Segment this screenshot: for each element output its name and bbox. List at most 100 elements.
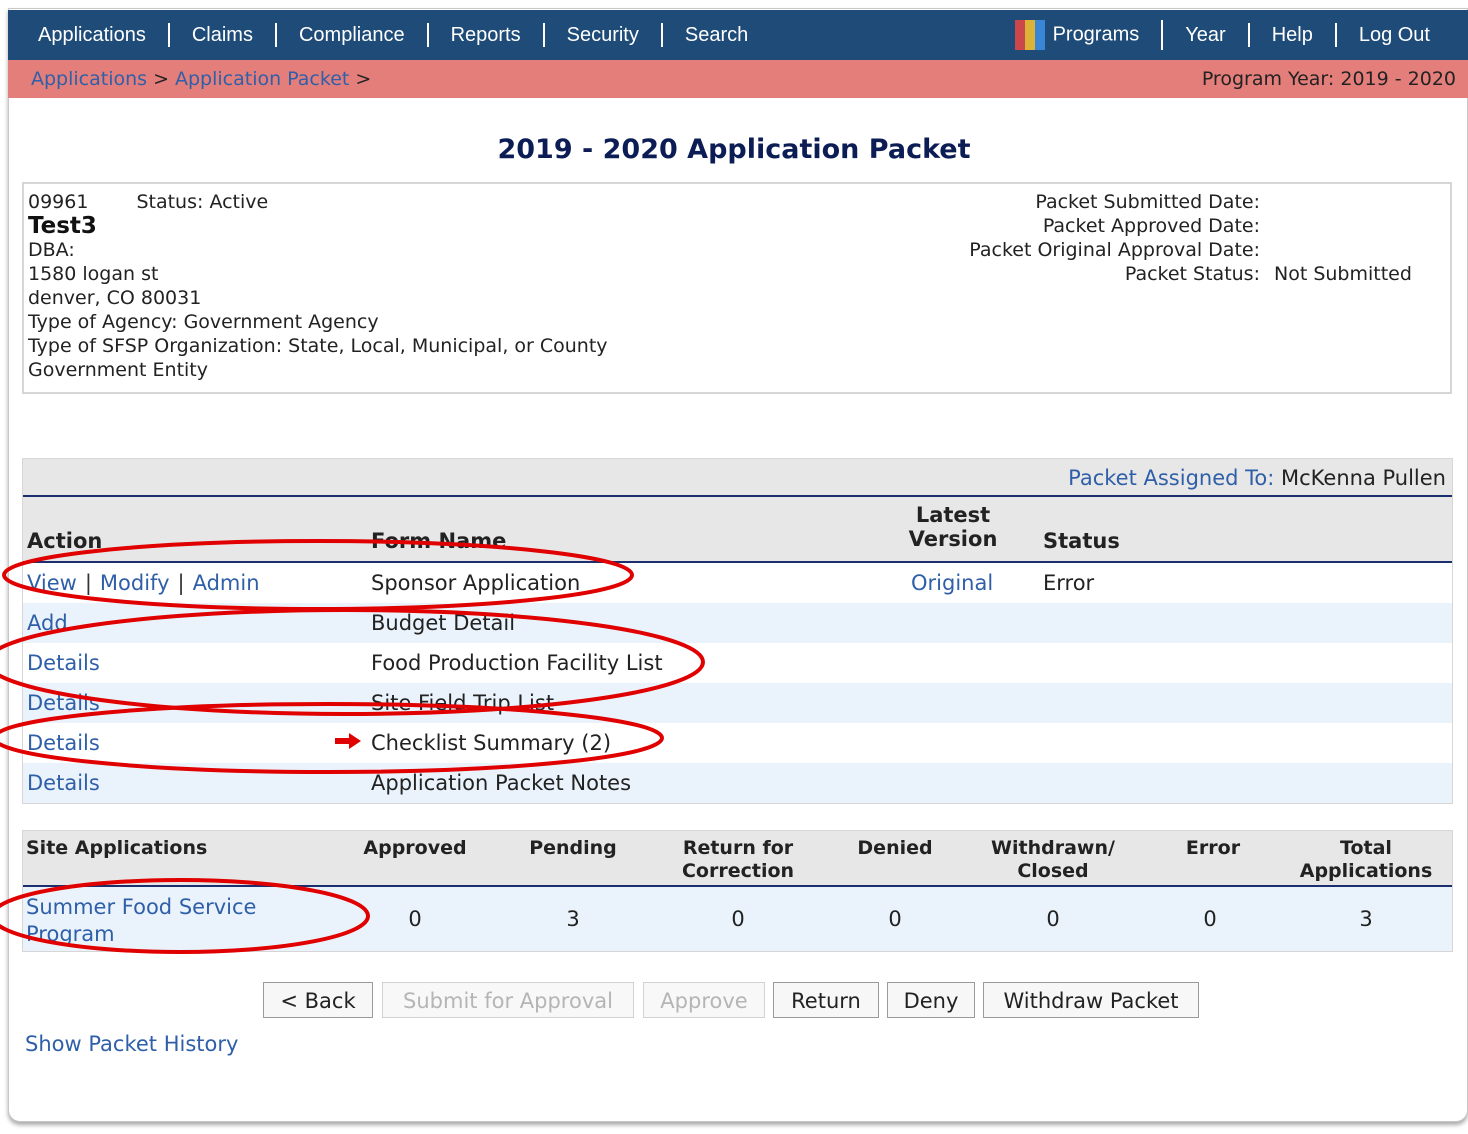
summer-food-service-program-link[interactable]: Summer Food Service Program (26, 894, 256, 948)
version-link[interactable]: Original (911, 571, 993, 595)
submit-for-approval-button[interactable]: Submit for Approval (382, 982, 634, 1018)
return-count: 0 (731, 907, 745, 931)
header-withdrawn-line2: Closed (1017, 860, 1089, 882)
form-name: Site Field Trip List (371, 691, 555, 715)
nav-reports[interactable]: Reports (429, 23, 545, 47)
packet-status-value: Not Submitted (1274, 263, 1412, 285)
details-link[interactable]: Details (27, 651, 100, 675)
table-row: Add Budget Detail (23, 603, 1452, 643)
header-form-name: Form Name (371, 529, 507, 553)
forms-table: Packet Assigned To: McKenna Pullen Actio… (22, 458, 1453, 804)
details-link[interactable]: Details (27, 771, 100, 795)
submitted-date-label: Packet Submitted Date: (1035, 191, 1260, 213)
show-packet-history-link[interactable]: Show Packet History (25, 1032, 238, 1056)
form-status: Error (1043, 571, 1095, 595)
nav-applications[interactable]: Applications (8, 23, 170, 47)
header-withdrawn-line1: Withdrawn/ (991, 837, 1115, 859)
programs-grid-icon (1014, 20, 1045, 50)
packet-status-label: Packet Status: (1124, 263, 1260, 285)
site-table-header: Site Applications Approved Pending Retur… (23, 831, 1452, 887)
withdrawn-count: 0 (1046, 907, 1060, 931)
row-actions: View | Modify | Admin (27, 571, 260, 595)
nav-logout[interactable]: Log Out (1337, 23, 1468, 47)
sponsor-address-line2: denver, CO 80031 (28, 287, 202, 309)
nav-right-group: Programs Year Help Log Out (985, 20, 1468, 50)
header-return-line1: Return for (682, 837, 794, 859)
table-row: Details Checklist Summary (2) (23, 723, 1452, 763)
header-total-line1: Total (1340, 837, 1392, 859)
header-latest: Latest (915, 503, 991, 527)
view-link[interactable]: View (27, 571, 77, 595)
header-latest-version: Latest Version (907, 503, 999, 551)
original-approval-label: Packet Original Approval Date: (969, 239, 1260, 261)
nav-programs-label: Programs (1052, 23, 1140, 46)
error-count: 0 (1203, 907, 1217, 931)
assigned-label: Packet Assigned To: (1068, 466, 1275, 490)
divider: | (177, 571, 185, 595)
program-year-label: Program Year: 2019 - 2020 (1201, 68, 1456, 90)
nav-programs[interactable]: Programs (985, 20, 1164, 50)
breadcrumb-applications[interactable]: Applications (31, 68, 147, 90)
admin-link[interactable]: Admin (193, 571, 260, 595)
divider: | (84, 571, 92, 595)
denied-count: 0 (888, 907, 902, 931)
nav-security[interactable]: Security (545, 23, 663, 47)
table-row: Summer Food Service Program 0 3 0 0 0 0 3 (23, 887, 1452, 951)
add-link[interactable]: Add (27, 611, 68, 635)
sponsor-org-type: Type of SFSP Organization: State, Local,… (28, 335, 608, 357)
form-name: Budget Detail (371, 611, 516, 635)
total-count: 3 (1359, 907, 1373, 931)
header-error: Error (1185, 837, 1241, 859)
form-name: Checklist Summary (2) (371, 731, 612, 755)
header-withdrawn-closed: Withdrawn/Closed (983, 837, 1123, 883)
site-applications-table: Site Applications Approved Pending Retur… (22, 830, 1453, 952)
modify-link[interactable]: Modify (100, 571, 170, 595)
red-arrow-icon (335, 733, 361, 749)
breadcrumb-separator: > (355, 68, 372, 90)
header-return-for-correction: Return for Correction (663, 837, 813, 883)
withdraw-packet-button[interactable]: Withdraw Packet (983, 982, 1199, 1018)
header-return-line2: Correction (681, 860, 795, 882)
details-link[interactable]: Details (27, 691, 100, 715)
approved-count: 0 (408, 907, 422, 931)
pending-count: 3 (566, 907, 580, 931)
packet-dates: Packet Submitted Date: Packet Approved D… (969, 190, 1420, 286)
approve-button[interactable]: Approve (643, 982, 765, 1018)
header-total-line2: Applications (1299, 860, 1433, 882)
header-site-applications: Site Applications (26, 837, 208, 859)
program-name-line1: Summer Food Service (26, 895, 257, 919)
nav-claims[interactable]: Claims (170, 23, 277, 47)
breadcrumb-application-packet[interactable]: Application Packet (175, 68, 349, 90)
approved-date-value (1260, 214, 1420, 238)
packet-assigned: Packet Assigned To: McKenna Pullen (23, 459, 1452, 497)
header-version: Version (908, 527, 998, 551)
form-name: Application Packet Notes (371, 771, 632, 795)
table-row: Details Application Packet Notes (23, 763, 1452, 803)
header-pending: Pending (529, 837, 617, 859)
original-approval-value (1260, 238, 1420, 262)
header-action: Action (27, 529, 103, 553)
form-name: Sponsor Application (371, 571, 581, 595)
page-title: 2019 - 2020 Application Packet (497, 134, 971, 165)
header-status: Status (1043, 529, 1120, 553)
forms-table-header: Action Form Name Latest Version Status (23, 497, 1452, 563)
deny-button[interactable]: Deny (887, 982, 975, 1018)
nav-year[interactable]: Year (1163, 23, 1250, 47)
header-approved: Approved (363, 837, 467, 859)
sponsor-id: 09961 (28, 191, 89, 213)
table-row: View | Modify | Admin Sponsor Application Or… (23, 563, 1452, 603)
sponsor-agency-type: Type of Agency: Government Agency (28, 311, 379, 333)
back-button[interactable]: < Back (263, 982, 373, 1018)
table-row: Details Site Field Trip List (23, 683, 1452, 723)
nav-compliance[interactable]: Compliance (277, 23, 429, 47)
nav-search[interactable]: Search (663, 23, 770, 47)
sponsor-info-box: 09961 Status: Active Test3 DBA: 1580 loga… (22, 182, 1452, 394)
return-button[interactable]: Return (773, 982, 879, 1018)
submitted-date-value (1260, 190, 1420, 214)
details-link[interactable]: Details (27, 731, 100, 755)
nav-help[interactable]: Help (1250, 23, 1337, 47)
header-denied: Denied (857, 837, 933, 859)
sponsor-status: Status: Active (136, 191, 269, 213)
sponsor-org-type-cont: Government Entity (28, 359, 208, 381)
header-total-applications: Total Applications (1291, 837, 1441, 883)
